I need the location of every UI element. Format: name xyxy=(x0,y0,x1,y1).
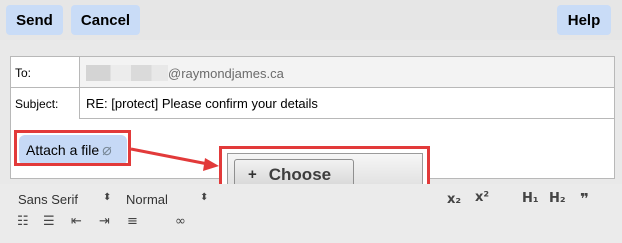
link-icon[interactable]: ∞ xyxy=(175,214,186,229)
heading1-icon[interactable]: H₁ xyxy=(522,191,539,206)
align-icon[interactable]: ≡ xyxy=(127,214,138,229)
superscript-icon[interactable]: x² xyxy=(475,190,489,205)
outdent-icon[interactable]: ⇤ xyxy=(71,214,82,229)
indent-icon[interactable]: ⇥ xyxy=(99,214,110,229)
ordered-list-icon[interactable]: ☷ xyxy=(17,214,29,229)
font-family-select[interactable]: Sans Serif xyxy=(18,192,78,207)
heading2-icon[interactable]: H₂ xyxy=(549,191,566,206)
bullet-list-icon[interactable]: ☰ xyxy=(43,214,55,229)
size-select-arrows-icon: ⬍ xyxy=(200,192,209,203)
subscript-icon[interactable]: x₂ xyxy=(447,192,461,207)
font-select-arrows-icon: ⬍ xyxy=(103,192,112,203)
plus-icon: + xyxy=(248,166,257,183)
formatting-toolbar: Sans Serif ⬍ Normal ⬍ x₂ x² H₁ H₂ ❞ ☷ ☰ … xyxy=(0,184,622,243)
blockquote-icon[interactable]: ❞ xyxy=(580,190,589,208)
choose-label: Choose xyxy=(268,164,332,184)
font-size-select[interactable]: Normal xyxy=(126,192,168,207)
